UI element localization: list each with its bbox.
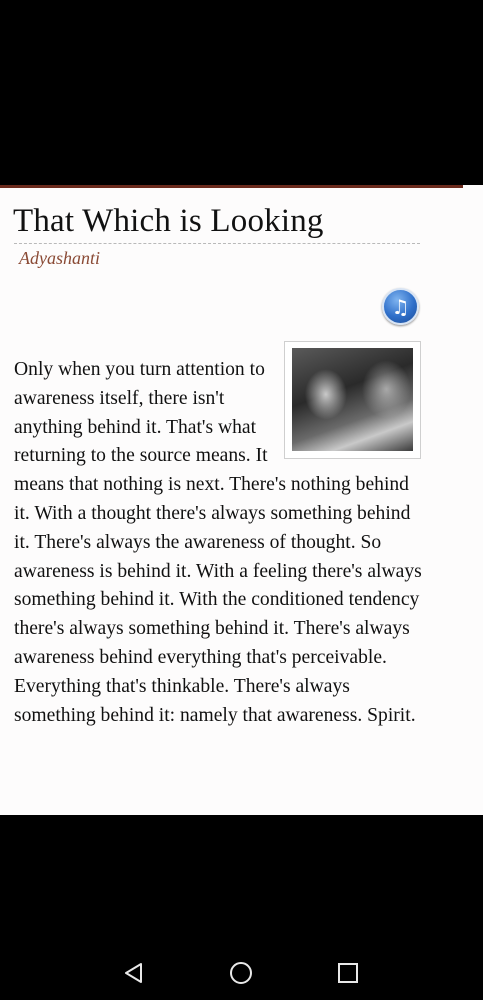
top-blank-area bbox=[0, 0, 483, 185]
play-audio-button[interactable]: ♫ bbox=[382, 288, 419, 325]
music-note-icon: ♫ bbox=[391, 294, 410, 319]
system-navigation-bar bbox=[0, 948, 483, 998]
article-title: That Which is Looking bbox=[13, 203, 324, 239]
nav-back-button[interactable] bbox=[109, 948, 159, 998]
recent-square-icon bbox=[338, 963, 358, 983]
nav-home-button[interactable] bbox=[216, 948, 266, 998]
title-divider bbox=[14, 243, 420, 244]
image-wrap-spacer bbox=[286, 341, 424, 459]
header-rule bbox=[0, 185, 463, 188]
article-body-container: Only when you turn attention to awarenes… bbox=[14, 356, 424, 730]
article-author: Adyashanti bbox=[19, 248, 100, 268]
article-view: That Which is Looking Adyashanti ♫ Only … bbox=[0, 185, 483, 815]
nav-recent-button[interactable] bbox=[323, 948, 373, 998]
back-triangle-icon bbox=[125, 963, 142, 983]
home-circle-icon bbox=[230, 962, 252, 984]
header-rule-gap bbox=[463, 185, 483, 188]
